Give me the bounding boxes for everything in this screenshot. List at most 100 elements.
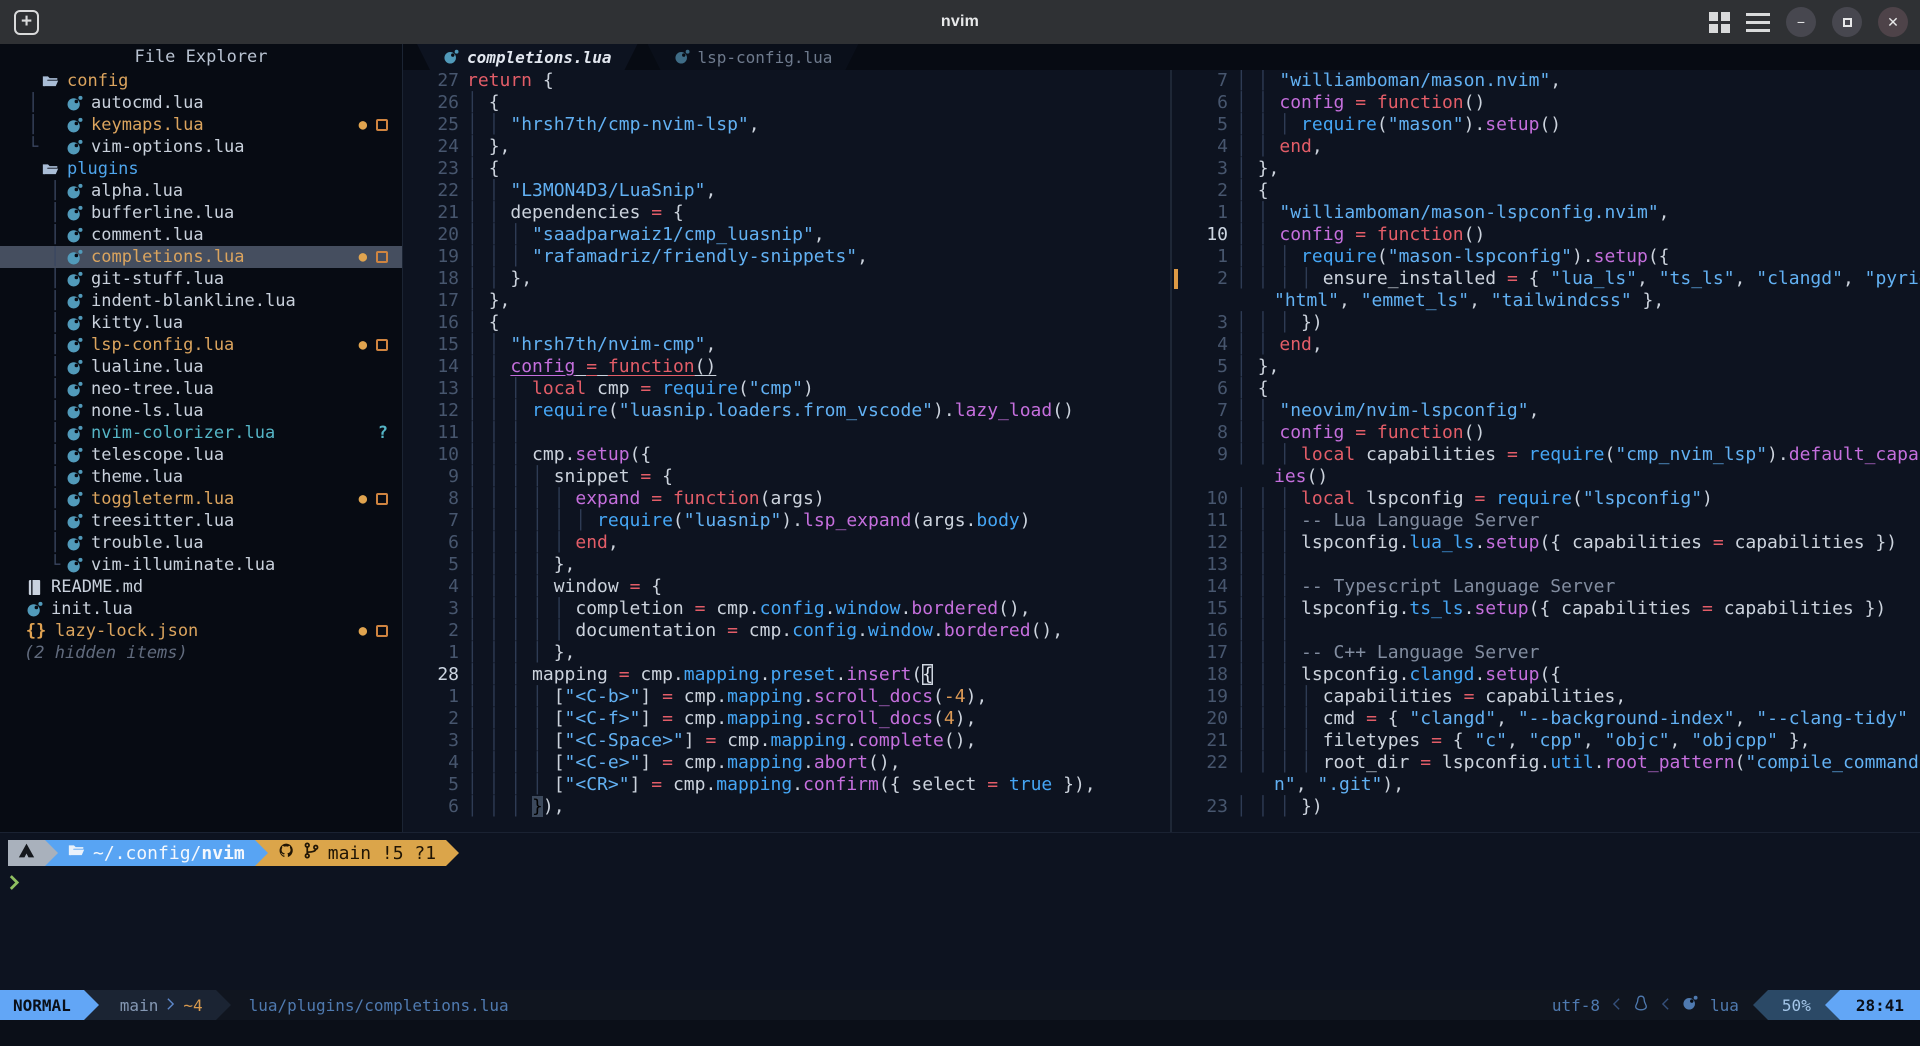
code-line[interactable]: 20│ │ │ "saadparwaiz1/cmp_luasnip", — [403, 224, 1170, 246]
code-line[interactable]: 25│ │ "hrsh7th/cmp-nvim-lsp", — [403, 114, 1170, 136]
code-line[interactable]: 23│ { — [403, 158, 1170, 180]
code-line[interactable]: 5│ │ │ require("mason").setup() — [1172, 114, 1920, 136]
minimize-button[interactable]: − — [1786, 7, 1816, 37]
tree-item-treesitter.lua[interactable]: │treesitter.lua — [0, 510, 402, 532]
code-line[interactable]: 6│ │ │ }), — [403, 796, 1170, 818]
tree-item-README.md[interactable]: README.md — [0, 576, 402, 598]
code-line[interactable]: 1│ │ │ │ ["<C-b>"] = cmp.mapping.scroll_… — [403, 686, 1170, 708]
code-line[interactable]: 4│ │ end, — [1172, 136, 1920, 158]
close-button[interactable]: ✕ — [1878, 7, 1908, 37]
tree-item-nvim-colorizer.lua[interactable]: │nvim-colorizer.lua? — [0, 422, 402, 444]
code-line[interactable]: 3│ │ │ │ ["<C-Space>"] = cmp.mapping.com… — [403, 730, 1170, 752]
tree-item-comment.lua[interactable]: │comment.lua — [0, 224, 402, 246]
code-line[interactable]: 7│ │ "williamboman/mason.nvim", — [1172, 70, 1920, 92]
tree-item-alpha.lua[interactable]: │alpha.lua — [0, 180, 402, 202]
code-line[interactable]: 14│ │ │ -- Typescript Language Server — [1172, 576, 1920, 598]
code-line[interactable]: 28│ │ │ mapping = cmp.mapping.preset.ins… — [403, 664, 1170, 686]
tree-item-none-ls.lua[interactable]: │none-ls.lua — [0, 400, 402, 422]
code-line[interactable]: 12│ │ │ require("luasnip.loaders.from_vs… — [403, 400, 1170, 422]
code-line[interactable]: 19│ │ │ "rafamadriz/friendly-snippets", — [403, 246, 1170, 268]
workspaces-icon[interactable] — [1709, 12, 1730, 33]
tree-item-config[interactable]: config — [0, 70, 402, 92]
code-line[interactable]: 26│ { — [403, 92, 1170, 114]
code-line[interactable]: 11│ │ │ -- Lua Language Server — [1172, 510, 1920, 532]
code-line[interactable]: 1│ │ │ │ }, — [403, 642, 1170, 664]
code-line[interactable]: 17│ }, — [403, 290, 1170, 312]
code-line[interactable]: 9│ │ │ local capabilities = require("cmp… — [1172, 444, 1920, 466]
buffer-tab-completions.lua[interactable]: completions.lua — [417, 44, 638, 70]
tree-item-trouble.lua[interactable]: │trouble.lua — [0, 532, 402, 554]
code-line[interactable]: 16│ │ │ — [1172, 620, 1920, 642]
code-line[interactable]: 6│ │ │ │ │ end, — [403, 532, 1170, 554]
code-line[interactable]: 15│ │ │ lspconfig.ts_ls.setup({ capabili… — [1172, 598, 1920, 620]
tree-item-init.lua[interactable]: init.lua — [0, 598, 402, 620]
code-line[interactable]: 15│ │ "hrsh7th/nvim-cmp", — [403, 334, 1170, 356]
editor-pane-completions[interactable]: 27return {26│ {25│ │ "hrsh7th/cmp-nvim-l… — [403, 70, 1172, 832]
code-line[interactable]: 11│ │ │ — [403, 422, 1170, 444]
code-line[interactable]: 7│ │ "neovim/nvim-lspconfig", — [1172, 400, 1920, 422]
code-line[interactable]: 1│ │ │ require("mason-lspconfig").setup(… — [1172, 246, 1920, 268]
tree-item-kitty.lua[interactable]: │kitty.lua — [0, 312, 402, 334]
tree-item-vim-options.lua[interactable]: └vim-options.lua — [0, 136, 402, 158]
tree-item-git-stuff.lua[interactable]: │git-stuff.lua — [0, 268, 402, 290]
tree-item-lsp-config.lua[interactable]: │lsp-config.lua● — [0, 334, 402, 356]
code-line[interactable]: 27return { — [403, 70, 1170, 92]
code-line[interactable]: 21│ │ dependencies = { — [403, 202, 1170, 224]
editor-pane-lsp-config[interactable]: 7│ │ "williamboman/mason.nvim",6│ │ conf… — [1172, 70, 1920, 832]
code-line[interactable]: 4│ │ │ │ ["<C-e>"] = cmp.mapping.abort()… — [403, 752, 1170, 774]
code-line[interactable]: 19│ │ │ │ capabilities = capabilities, — [1172, 686, 1920, 708]
tree-item-lazy-lock.json[interactable]: {}lazy-lock.json● — [0, 620, 402, 642]
code-line[interactable]: 9│ │ │ │ snippet = { — [403, 466, 1170, 488]
code-line[interactable]: 2│ │ │ │ ensure_installed = { "lua_ls", … — [1172, 268, 1920, 290]
command-line-area[interactable] — [0, 1020, 1920, 1046]
tree-item-indent-blankline.lua[interactable]: │indent-blankline.lua — [0, 290, 402, 312]
code-line[interactable]: 14│ │ config = function() — [403, 356, 1170, 378]
code-line[interactable]: 13│ │ │ local cmp = require("cmp") — [403, 378, 1170, 400]
tree-item-completions.lua[interactable]: │completions.lua● — [0, 246, 402, 268]
code-line[interactable]: 8│ │ │ │ │ expand = function(args) — [403, 488, 1170, 510]
code-line[interactable]: 17│ │ │ -- C++ Language Server — [1172, 642, 1920, 664]
tree-item-neo-tree.lua[interactable]: │neo-tree.lua — [0, 378, 402, 400]
code-line[interactable]: 8│ │ config = function() — [1172, 422, 1920, 444]
code-line[interactable]: 4│ │ │ │ window = { — [403, 576, 1170, 598]
code-line[interactable]: 23│ │ │ }) — [1172, 796, 1920, 818]
tree-item-toggleterm.lua[interactable]: │toggleterm.lua● — [0, 488, 402, 510]
code-line[interactable]: 5│ │ │ │ ["<CR>"] = cmp.mapping.confirm(… — [403, 774, 1170, 796]
buffer-tab-lsp-config.lua[interactable]: lsp-config.lua — [648, 44, 859, 70]
tree-item-bufferline.lua[interactable]: │bufferline.lua — [0, 202, 402, 224]
terminal-split[interactable]: ~/.config/nvim main !5 ?1 — [0, 832, 1920, 990]
tree-item-theme.lua[interactable]: │theme.lua — [0, 466, 402, 488]
tree-item-vim-illuminate.lua[interactable]: └vim-illuminate.lua — [0, 554, 402, 576]
code-line[interactable]: 12│ │ │ lspconfig.lua_ls.setup({ capabil… — [1172, 532, 1920, 554]
code-line[interactable]: 24│ }, — [403, 136, 1170, 158]
tree-item-telescope.lua[interactable]: │telescope.lua — [0, 444, 402, 466]
code-line[interactable]: 16│ { — [403, 312, 1170, 334]
code-line[interactable]: n", ".git"), — [1172, 774, 1920, 796]
code-line[interactable]: 3│ │ │ }) — [1172, 312, 1920, 334]
code-line[interactable]: 3│ }, — [1172, 158, 1920, 180]
code-line[interactable]: ies() — [1172, 466, 1920, 488]
code-line[interactable]: 6│ │ config = function() — [1172, 92, 1920, 114]
code-line[interactable]: 18│ │ │ lspconfig.clangd.setup({ — [1172, 664, 1920, 686]
maximize-button[interactable] — [1832, 7, 1862, 37]
code-line[interactable]: "html", "emmet_ls", "tailwindcss" }, — [1172, 290, 1920, 312]
tree-item-autocmd.lua[interactable]: │autocmd.lua — [0, 92, 402, 114]
code-line[interactable]: 18│ │ }, — [403, 268, 1170, 290]
code-line[interactable]: 5│ │ │ │ }, — [403, 554, 1170, 576]
code-line[interactable]: 7│ │ │ │ │ │ require("luasnip").lsp_expa… — [403, 510, 1170, 532]
code-line[interactable]: 6│ { — [1172, 378, 1920, 400]
code-line[interactable]: 5│ }, — [1172, 356, 1920, 378]
code-line[interactable]: 4│ │ end, — [1172, 334, 1920, 356]
code-line[interactable]: 22│ │ "L3MON4D3/LuaSnip", — [403, 180, 1170, 202]
code-line[interactable]: 10│ │ │ local lspconfig = require("lspco… — [1172, 488, 1920, 510]
new-tab-button[interactable]: + — [14, 10, 39, 35]
code-line[interactable]: 2│ { — [1172, 180, 1920, 202]
menu-icon[interactable] — [1746, 13, 1770, 32]
code-line[interactable]: 10│ │ │ cmp.setup({ — [403, 444, 1170, 466]
tree-item-lualine.lua[interactable]: │lualine.lua — [0, 356, 402, 378]
code-line[interactable]: 3│ │ │ │ │ completion = cmp.config.windo… — [403, 598, 1170, 620]
code-line[interactable]: 21│ │ │ │ filetypes = { "c", "cpp", "obj… — [1172, 730, 1920, 752]
code-line[interactable]: 1│ │ "williamboman/mason-lspconfig.nvim"… — [1172, 202, 1920, 224]
tree-item-keymaps.lua[interactable]: │keymaps.lua● — [0, 114, 402, 136]
code-line[interactable]: 10│ │ config = function() — [1172, 224, 1920, 246]
